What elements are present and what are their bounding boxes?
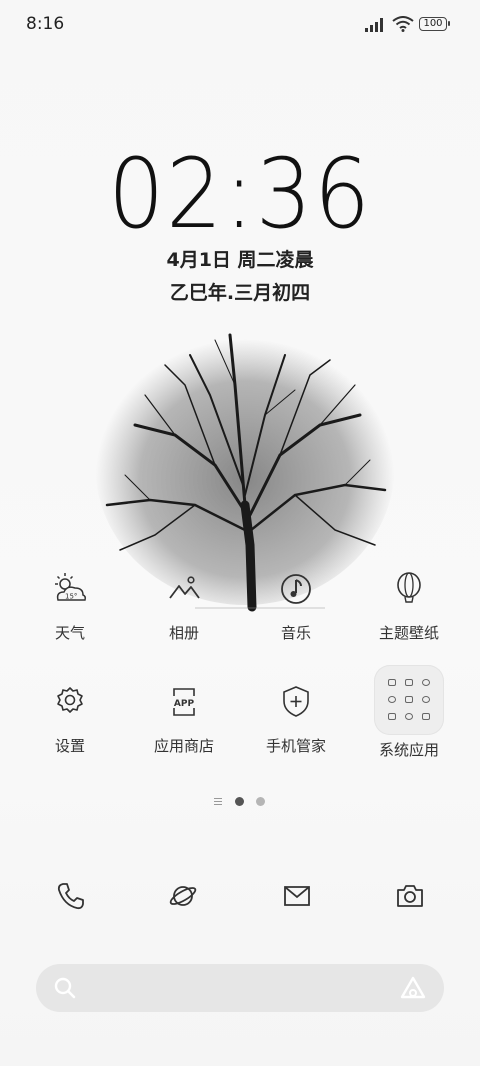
app-label: 设置 [54,737,85,755]
signal-icon [365,18,383,32]
app-gallery[interactable]: 相册 [134,570,234,643]
search-bar[interactable] [36,964,444,1012]
page-dot[interactable] [256,797,265,806]
gallery-icon [169,576,200,599]
app-theme[interactable]: 主题壁纸 [359,570,459,643]
app-label: 手机管家 [265,737,326,755]
lunar-date-text: 乙巳年.三月初四 [169,282,311,304]
settings-gear-icon [57,687,83,713]
app-label: 天气 [54,624,85,642]
app-label: 相册 [168,624,199,642]
camera-icon[interactable] [395,881,425,911]
folder-icon [374,665,444,735]
app-music[interactable]: 音乐 [246,570,346,643]
svg-text:15°: 15° [65,593,77,601]
weather-icon: 15° [55,573,86,601]
app-store[interactable]: APP 应用商店 [134,683,234,756]
page-dot-active[interactable] [235,797,244,806]
app-label: 主题壁纸 [378,624,439,642]
app-label: 音乐 [280,624,311,642]
browser-planet-icon[interactable] [168,881,198,911]
status-bar: 8:16 100 [0,0,480,50]
shield-plus-icon [283,686,309,717]
app-folder-system[interactable]: 系统应用 [359,665,459,760]
app-weather[interactable]: 15° 天气 [20,570,120,643]
phone-icon[interactable] [55,881,85,911]
clock-widget[interactable]: 02:36 [19,138,461,250]
battery-level: 100 [423,18,443,29]
app-label: 应用商店 [153,737,214,755]
status-time: 8:16 [26,14,65,34]
wifi-icon [392,16,414,32]
mail-icon[interactable] [282,881,312,911]
search-icon[interactable] [54,977,76,999]
app-label: 系统应用 [378,741,439,759]
app-phone-manager[interactable]: 手机管家 [246,683,346,756]
svg-text:APP: APP [174,699,195,709]
theme-balloon-icon [397,572,421,603]
date-text: 4月1日 周二凌晨 [166,249,314,271]
drawer-lines-icon [214,798,222,805]
page-indicator[interactable] [210,795,270,809]
battery-indicator: 100 [419,17,450,31]
music-icon [281,574,311,604]
app-settings[interactable]: 设置 [20,683,120,756]
app-store-icon: APP [171,688,197,716]
assistant-icon[interactable] [400,976,426,1000]
home-screen: 8:16 100 02:36 4月1日 周二凌晨 乙巳年.三月初四 15° 天气… [0,0,480,1066]
